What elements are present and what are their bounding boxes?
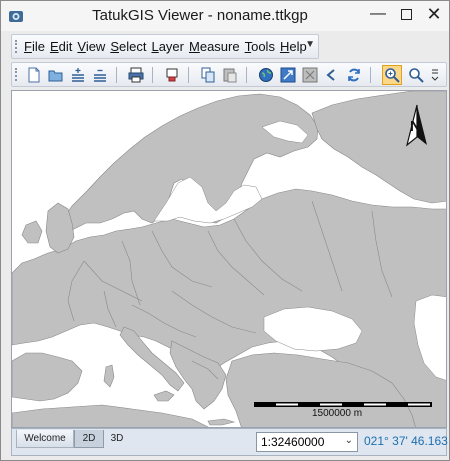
europe-map [12,91,446,427]
menu-edit[interactable]: Edit [50,39,72,54]
land-north-africa [12,404,209,427]
toolbar-separator [188,67,189,83]
toolbar-separator [116,67,117,83]
title-bar: TatukGIS Viewer - noname.ttkgp — ✕ [1,1,449,31]
map-canvas[interactable]: N 1500000 m [11,90,447,428]
toolbar-grip[interactable] [15,68,18,81]
toolbar-separator [370,67,371,83]
new-button[interactable] [24,65,44,85]
back-button[interactable] [322,65,342,85]
zoom-layer-button[interactable] [300,65,320,85]
refresh-icon [348,68,360,82]
zoom-select-button[interactable] [382,65,402,85]
land-sardinia [103,364,115,388]
refresh-button[interactable] [344,65,364,85]
open-icon [48,70,63,82]
export-button[interactable] [162,65,182,85]
chevron-down-icon [431,69,439,81]
open-button[interactable] [46,65,66,85]
zoom-select-icon [385,68,400,83]
remove-layer-icon [94,69,106,82]
toolbar-separator [246,67,247,83]
add-layer-icon [72,68,84,82]
window-title: TatukGIS Viewer - noname.ttkgp [92,7,308,24]
menu-bar: File Edit View Select Layer Measure Tool… [11,34,319,59]
status-bar: Welcome 2D 3D 1:32460000 ⌄ 021° 37' 46.1… [11,428,448,456]
toolbar-overflow-button[interactable] [428,65,442,85]
paste-button[interactable] [220,65,240,85]
full-extent-icon [280,67,296,83]
menu-grip[interactable] [15,40,18,53]
zoom-button[interactable] [406,65,426,85]
menu-overflow-icon[interactable]: ▼ [305,39,315,50]
scale-select[interactable]: 1:32460000 ⌄ [256,432,358,452]
zoom-layer-icon [302,67,318,83]
paste-icon [223,68,237,83]
scale-label: 1500000 m [312,408,363,419]
maximize-button[interactable] [391,1,421,27]
coordinate-readout: 021° 37' 46.163 [364,434,448,448]
new-icon [28,67,40,83]
north-arrow-icon: N [405,104,427,147]
tab-3d[interactable]: 3D [104,430,130,448]
land-ireland [21,220,43,244]
north-label: N [410,118,421,135]
back-icon [326,69,335,81]
full-extent-button[interactable] [278,65,298,85]
add-layer-button[interactable] [68,65,88,85]
tab-welcome[interactable]: Welcome [16,430,74,448]
main-toolbar [11,62,447,87]
menu-measure[interactable]: Measure [189,39,240,54]
menu-select[interactable]: Select [110,39,146,54]
copy-icon [201,67,215,83]
maximize-icon [400,8,412,20]
zoom-icon [409,68,424,83]
globe-button[interactable] [256,65,276,85]
menu-tools[interactable]: Tools [245,39,275,54]
land-crete [207,418,236,426]
globe-icon [259,68,273,82]
menu-view[interactable]: View [77,39,105,54]
land-sicily [153,390,175,402]
menu-layer[interactable]: Layer [151,39,184,54]
print-icon [128,67,144,83]
chevron-down-icon[interactable]: ⌄ [345,435,353,446]
close-button[interactable]: ✕ [419,1,449,27]
app-window: TatukGIS Viewer - noname.ttkgp — ✕ File … [0,0,450,461]
app-icon [9,11,23,22]
print-button[interactable] [126,65,146,85]
scale-select-value: 1:32460000 [261,435,325,449]
toolbar-separator [152,67,153,83]
menu-help[interactable]: Help [280,39,307,54]
copy-button[interactable] [198,65,218,85]
land-iberia [12,352,83,402]
minimize-button[interactable]: — [363,1,393,27]
tab-2d[interactable]: 2D [74,430,104,448]
export-icon [166,68,178,82]
remove-layer-button[interactable] [90,65,110,85]
menu-file[interactable]: File [24,39,45,54]
